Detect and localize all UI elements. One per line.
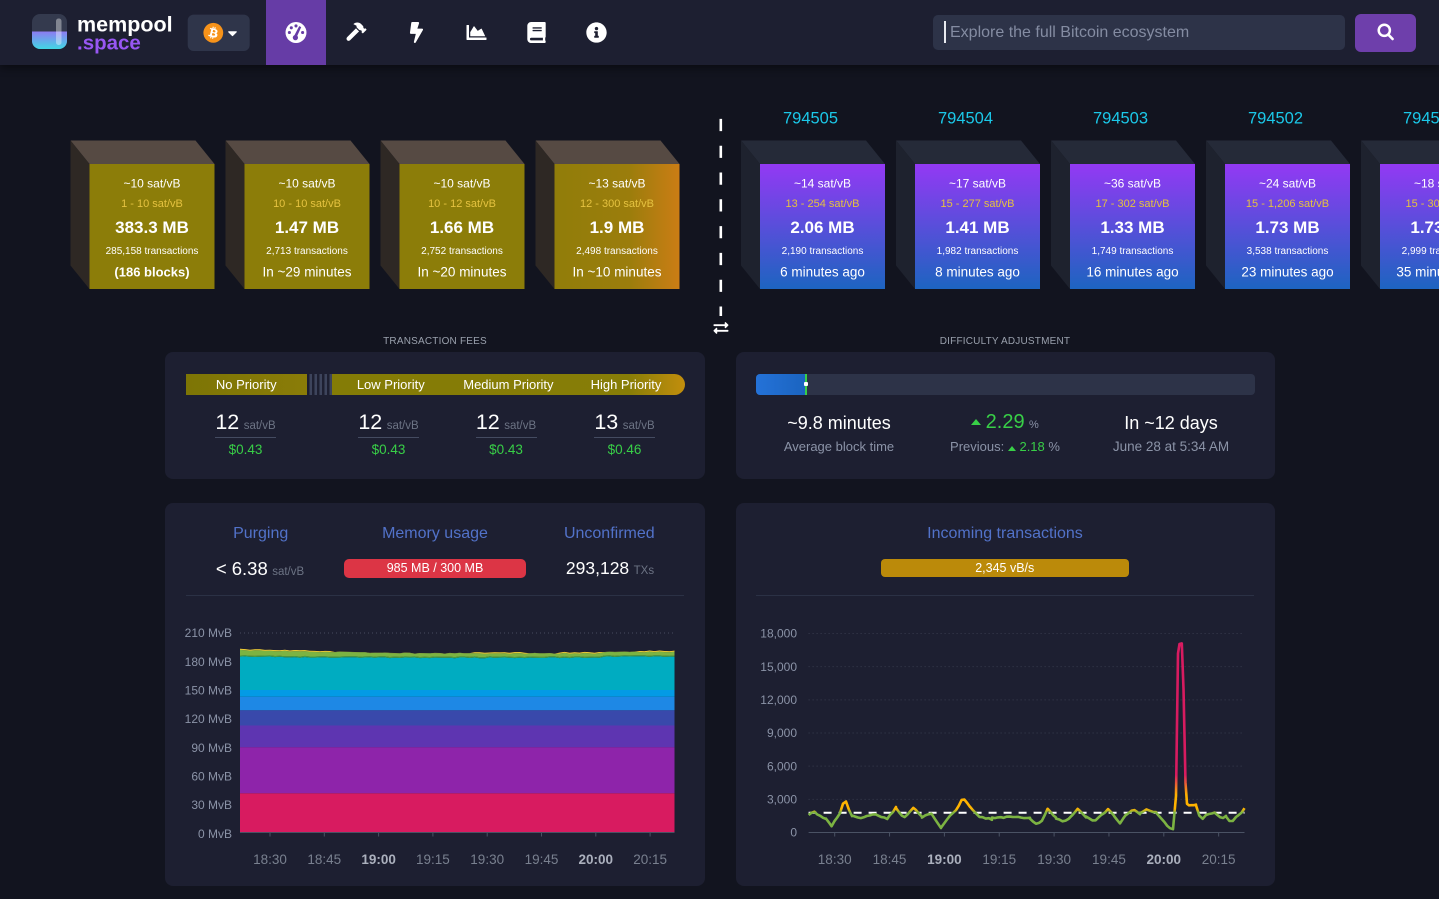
svg-text:20:00: 20:00	[1147, 852, 1182, 867]
svg-text:19:15: 19:15	[416, 852, 450, 867]
svg-text:60 MvB: 60 MvB	[191, 770, 232, 784]
svg-text:210 MvB: 210 MvB	[185, 626, 232, 640]
svg-text:19:45: 19:45	[1092, 852, 1126, 867]
svg-text:90 MvB: 90 MvB	[191, 741, 232, 755]
svg-text:19:30: 19:30	[1037, 852, 1071, 867]
svg-text:18:45: 18:45	[873, 852, 907, 867]
svg-text:19:45: 19:45	[525, 852, 559, 867]
svg-text:180 MvB: 180 MvB	[185, 655, 232, 669]
svg-text:20:00: 20:00	[579, 852, 614, 867]
svg-text:12,000: 12,000	[760, 693, 797, 707]
svg-text:20:15: 20:15	[1202, 852, 1236, 867]
svg-text:15,000: 15,000	[760, 660, 797, 674]
svg-text:120 MvB: 120 MvB	[185, 712, 232, 726]
svg-text:18:30: 18:30	[818, 852, 852, 867]
svg-text:20:15: 20:15	[633, 852, 667, 867]
svg-text:18:45: 18:45	[307, 852, 341, 867]
svg-text:6,000: 6,000	[767, 759, 797, 773]
svg-text:19:30: 19:30	[470, 852, 504, 867]
svg-text:19:00: 19:00	[927, 852, 962, 867]
svg-text:0 MvB: 0 MvB	[198, 827, 232, 841]
svg-text:150 MvB: 150 MvB	[185, 684, 232, 698]
svg-text:19:15: 19:15	[982, 852, 1016, 867]
svg-text:9,000: 9,000	[767, 726, 797, 740]
svg-text:0: 0	[790, 826, 797, 840]
svg-text:18:30: 18:30	[253, 852, 287, 867]
svg-text:19:00: 19:00	[361, 852, 396, 867]
svg-text:30 MvB: 30 MvB	[191, 798, 232, 812]
svg-text:3,000: 3,000	[767, 793, 797, 807]
svg-text:18,000: 18,000	[760, 627, 797, 641]
